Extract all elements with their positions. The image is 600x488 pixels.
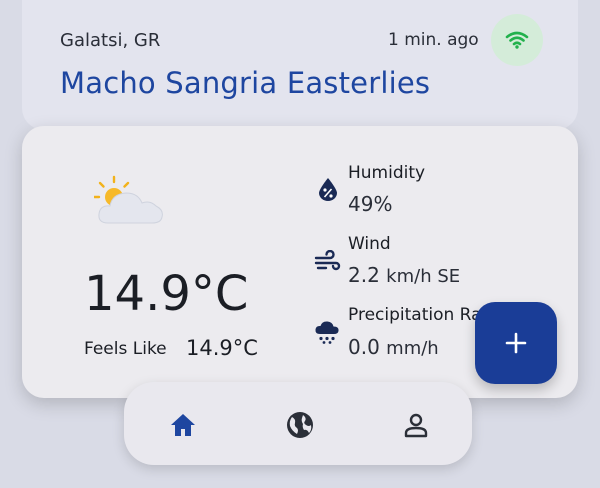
wind-unit-direction: km/h SE: [386, 266, 461, 287]
partly-cloudy-icon: [94, 175, 163, 224]
precipitation-amount: 0.0: [348, 335, 380, 359]
humidity-number: 49%: [348, 192, 393, 216]
feels-like-value: 14.9°C: [186, 336, 258, 360]
temperature-value: 14.9°C: [84, 266, 249, 322]
connection-status-badge[interactable]: [491, 14, 543, 66]
rain-cloud-icon: [315, 321, 339, 344]
precipitation-label: Precipitation Rate: [348, 305, 488, 325]
humidity-drop-icon: [319, 178, 337, 201]
profile-icon: [404, 413, 428, 438]
globe-icon: [287, 412, 313, 438]
location-header: [22, 0, 578, 130]
add-icon: [505, 332, 527, 354]
wind-value: 2.2 km/h SE: [348, 263, 460, 287]
location-nickname: Macho Sangria Easterlies: [60, 66, 431, 100]
wind-speed: 2.2: [348, 263, 380, 287]
feels-like-label: Feels Like: [84, 339, 167, 359]
wind-label: Wind: [348, 234, 391, 254]
wifi-icon: [505, 31, 529, 49]
humidity-value: 49%: [348, 192, 392, 216]
wind-icon: [314, 250, 341, 271]
add-location-button[interactable]: [475, 302, 557, 384]
nav-home-button[interactable]: [167, 409, 199, 441]
precipitation-label-container: Precipitation Rate: [348, 300, 488, 330]
precipitation-unit: mm/h: [386, 338, 439, 359]
location-label: Galatsi, GR: [60, 30, 161, 51]
nav-profile-button[interactable]: [400, 409, 432, 441]
nav-globe-button[interactable]: [284, 409, 316, 441]
precipitation-value: 0.0 mm/h: [348, 335, 439, 359]
home-icon: [171, 414, 195, 436]
humidity-label: Humidity: [348, 163, 426, 183]
last-updated-label: 1 min. ago: [388, 30, 479, 50]
